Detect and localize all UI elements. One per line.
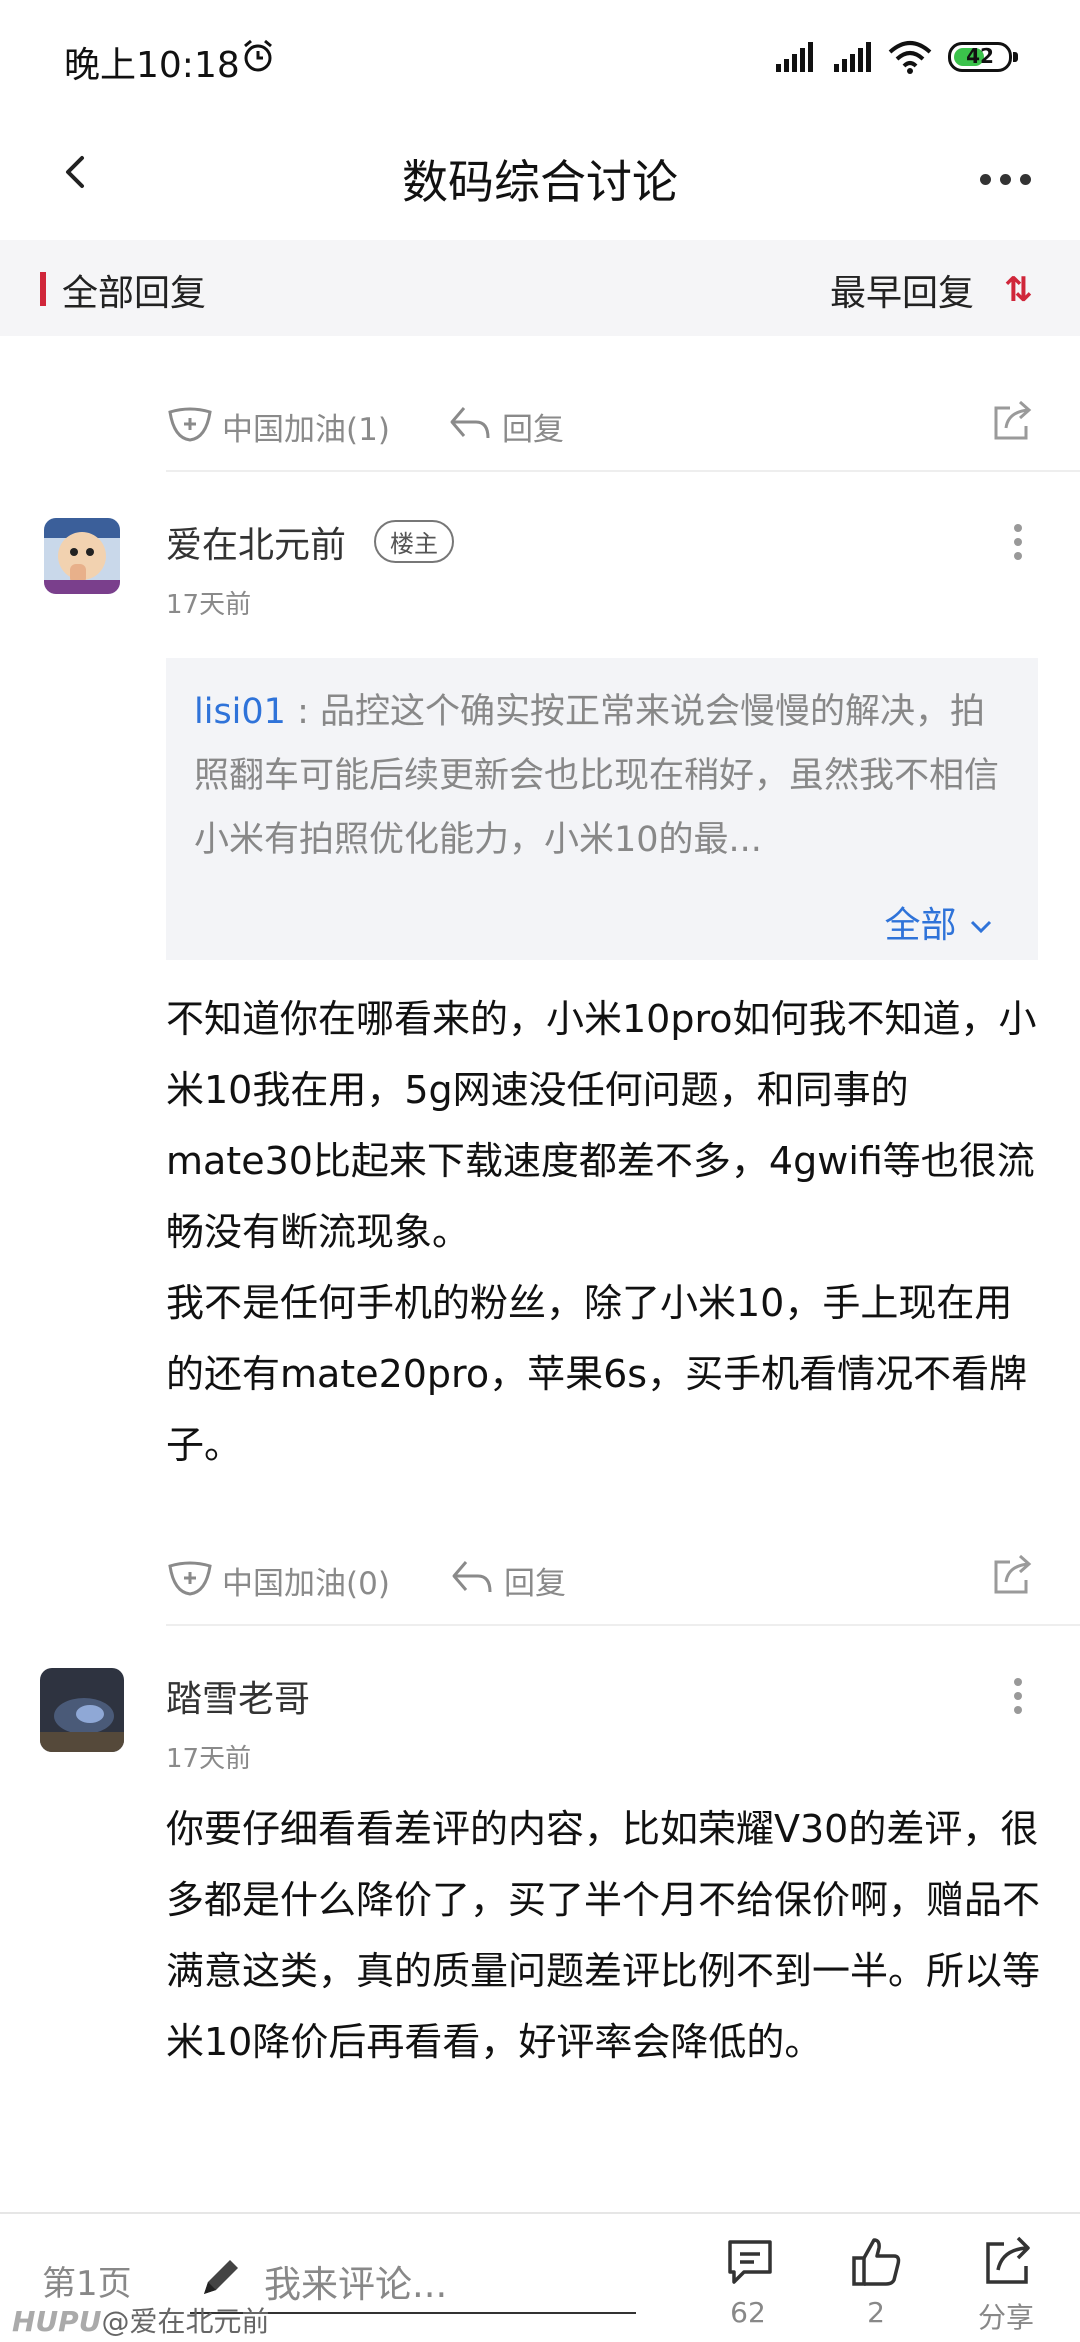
reply-icon[interactable]	[448, 404, 492, 444]
sort-button[interactable]: 最早回复	[830, 264, 974, 316]
post-body: 不知道你在哪看来的，小米10pro如何我不知道，小米10我在用，5g网速没任何问…	[166, 997, 1037, 1467]
share-label[interactable]: 分享	[966, 2296, 1046, 2336]
reply-button[interactable]: 回复	[502, 404, 564, 449]
cheer-icon[interactable]	[166, 1558, 214, 1598]
share-icon[interactable]	[980, 2232, 1036, 2288]
comment-input[interactable]: 我来评论...	[264, 2254, 447, 2308]
post-time: 17天前	[166, 1744, 252, 1774]
pencil-icon[interactable]	[196, 2252, 246, 2302]
quote-username[interactable]: lisi01	[194, 692, 286, 732]
cheer-icon[interactable]	[166, 404, 214, 444]
quote-text-block: lisi01 : 品控这个确实按正常来说会慢慢的解决，拍照翻车可能后续更新会也比…	[194, 680, 1014, 872]
post-menu-icon[interactable]	[1014, 524, 1022, 566]
chevron-down-icon	[970, 920, 992, 934]
divider	[166, 470, 1080, 472]
cheer-button[interactable]: 中国加油(1)	[222, 404, 390, 449]
thumbs-up-icon[interactable]	[848, 2234, 904, 2290]
battery-indicator: 42	[948, 42, 1018, 72]
avatar[interactable]	[44, 518, 120, 594]
quoted-reply: lisi01 : 品控这个确实按正常来说会慢慢的解决，拍照翻车可能后续更新会也比…	[166, 658, 1038, 960]
likes-count: 2	[867, 2296, 885, 2329]
watermark-user: @爱在北元前	[101, 2305, 270, 2338]
signal-icon-2	[834, 42, 871, 72]
watermark: HUPU@爱在北元前	[12, 2300, 269, 2340]
alarm-icon	[244, 39, 272, 72]
page-indicator[interactable]: 第1页	[42, 2256, 132, 2305]
page-title: 数码综合讨论	[402, 155, 678, 209]
sort-icon[interactable]: ⇅	[1004, 270, 1033, 310]
watermark-brand: HUPU	[12, 2305, 102, 2338]
share-icon[interactable]	[990, 398, 1036, 444]
post-time: 17天前	[166, 590, 252, 620]
avatar[interactable]	[40, 1668, 124, 1752]
post-username[interactable]: 爱在北元前	[166, 516, 346, 568]
status-time: 晚上10:18	[64, 45, 240, 86]
expand-quote-label: 全部	[884, 905, 957, 946]
quote-text: : 品控这个确实按正常来说会慢慢的解决，拍照翻车可能后续更新会也比现在稍好，虽然…	[194, 692, 1000, 860]
section-marker	[40, 272, 46, 306]
wifi-icon	[888, 41, 932, 74]
reply-button[interactable]: 回复	[504, 1558, 566, 1603]
comments-count: 62	[730, 2296, 766, 2329]
expand-quote-button[interactable]: 全部	[885, 896, 994, 948]
op-badge: 楼主	[374, 520, 454, 563]
post-username[interactable]: 踏雪老哥	[166, 1670, 310, 1722]
signal-icon	[776, 42, 813, 72]
comment-icon[interactable]	[722, 2234, 778, 2290]
reply-icon[interactable]	[450, 1558, 494, 1598]
reply-filter-bar: 全部回复 最早回复 ⇅	[0, 240, 1080, 336]
cheer-button[interactable]: 中国加油(0)	[222, 1558, 390, 1603]
battery-level: 42	[966, 44, 994, 68]
divider	[166, 1624, 1080, 1626]
more-options-icon[interactable]	[980, 170, 1040, 189]
share-icon[interactable]	[990, 1552, 1036, 1598]
post-menu-icon[interactable]	[1014, 1678, 1022, 1720]
all-replies-label: 全部回复	[62, 273, 207, 314]
post-body: 你要仔细看看差评的内容，比如荣耀V30的差评，很多都是什么降价了，买了半个月不给…	[166, 1807, 1041, 2064]
